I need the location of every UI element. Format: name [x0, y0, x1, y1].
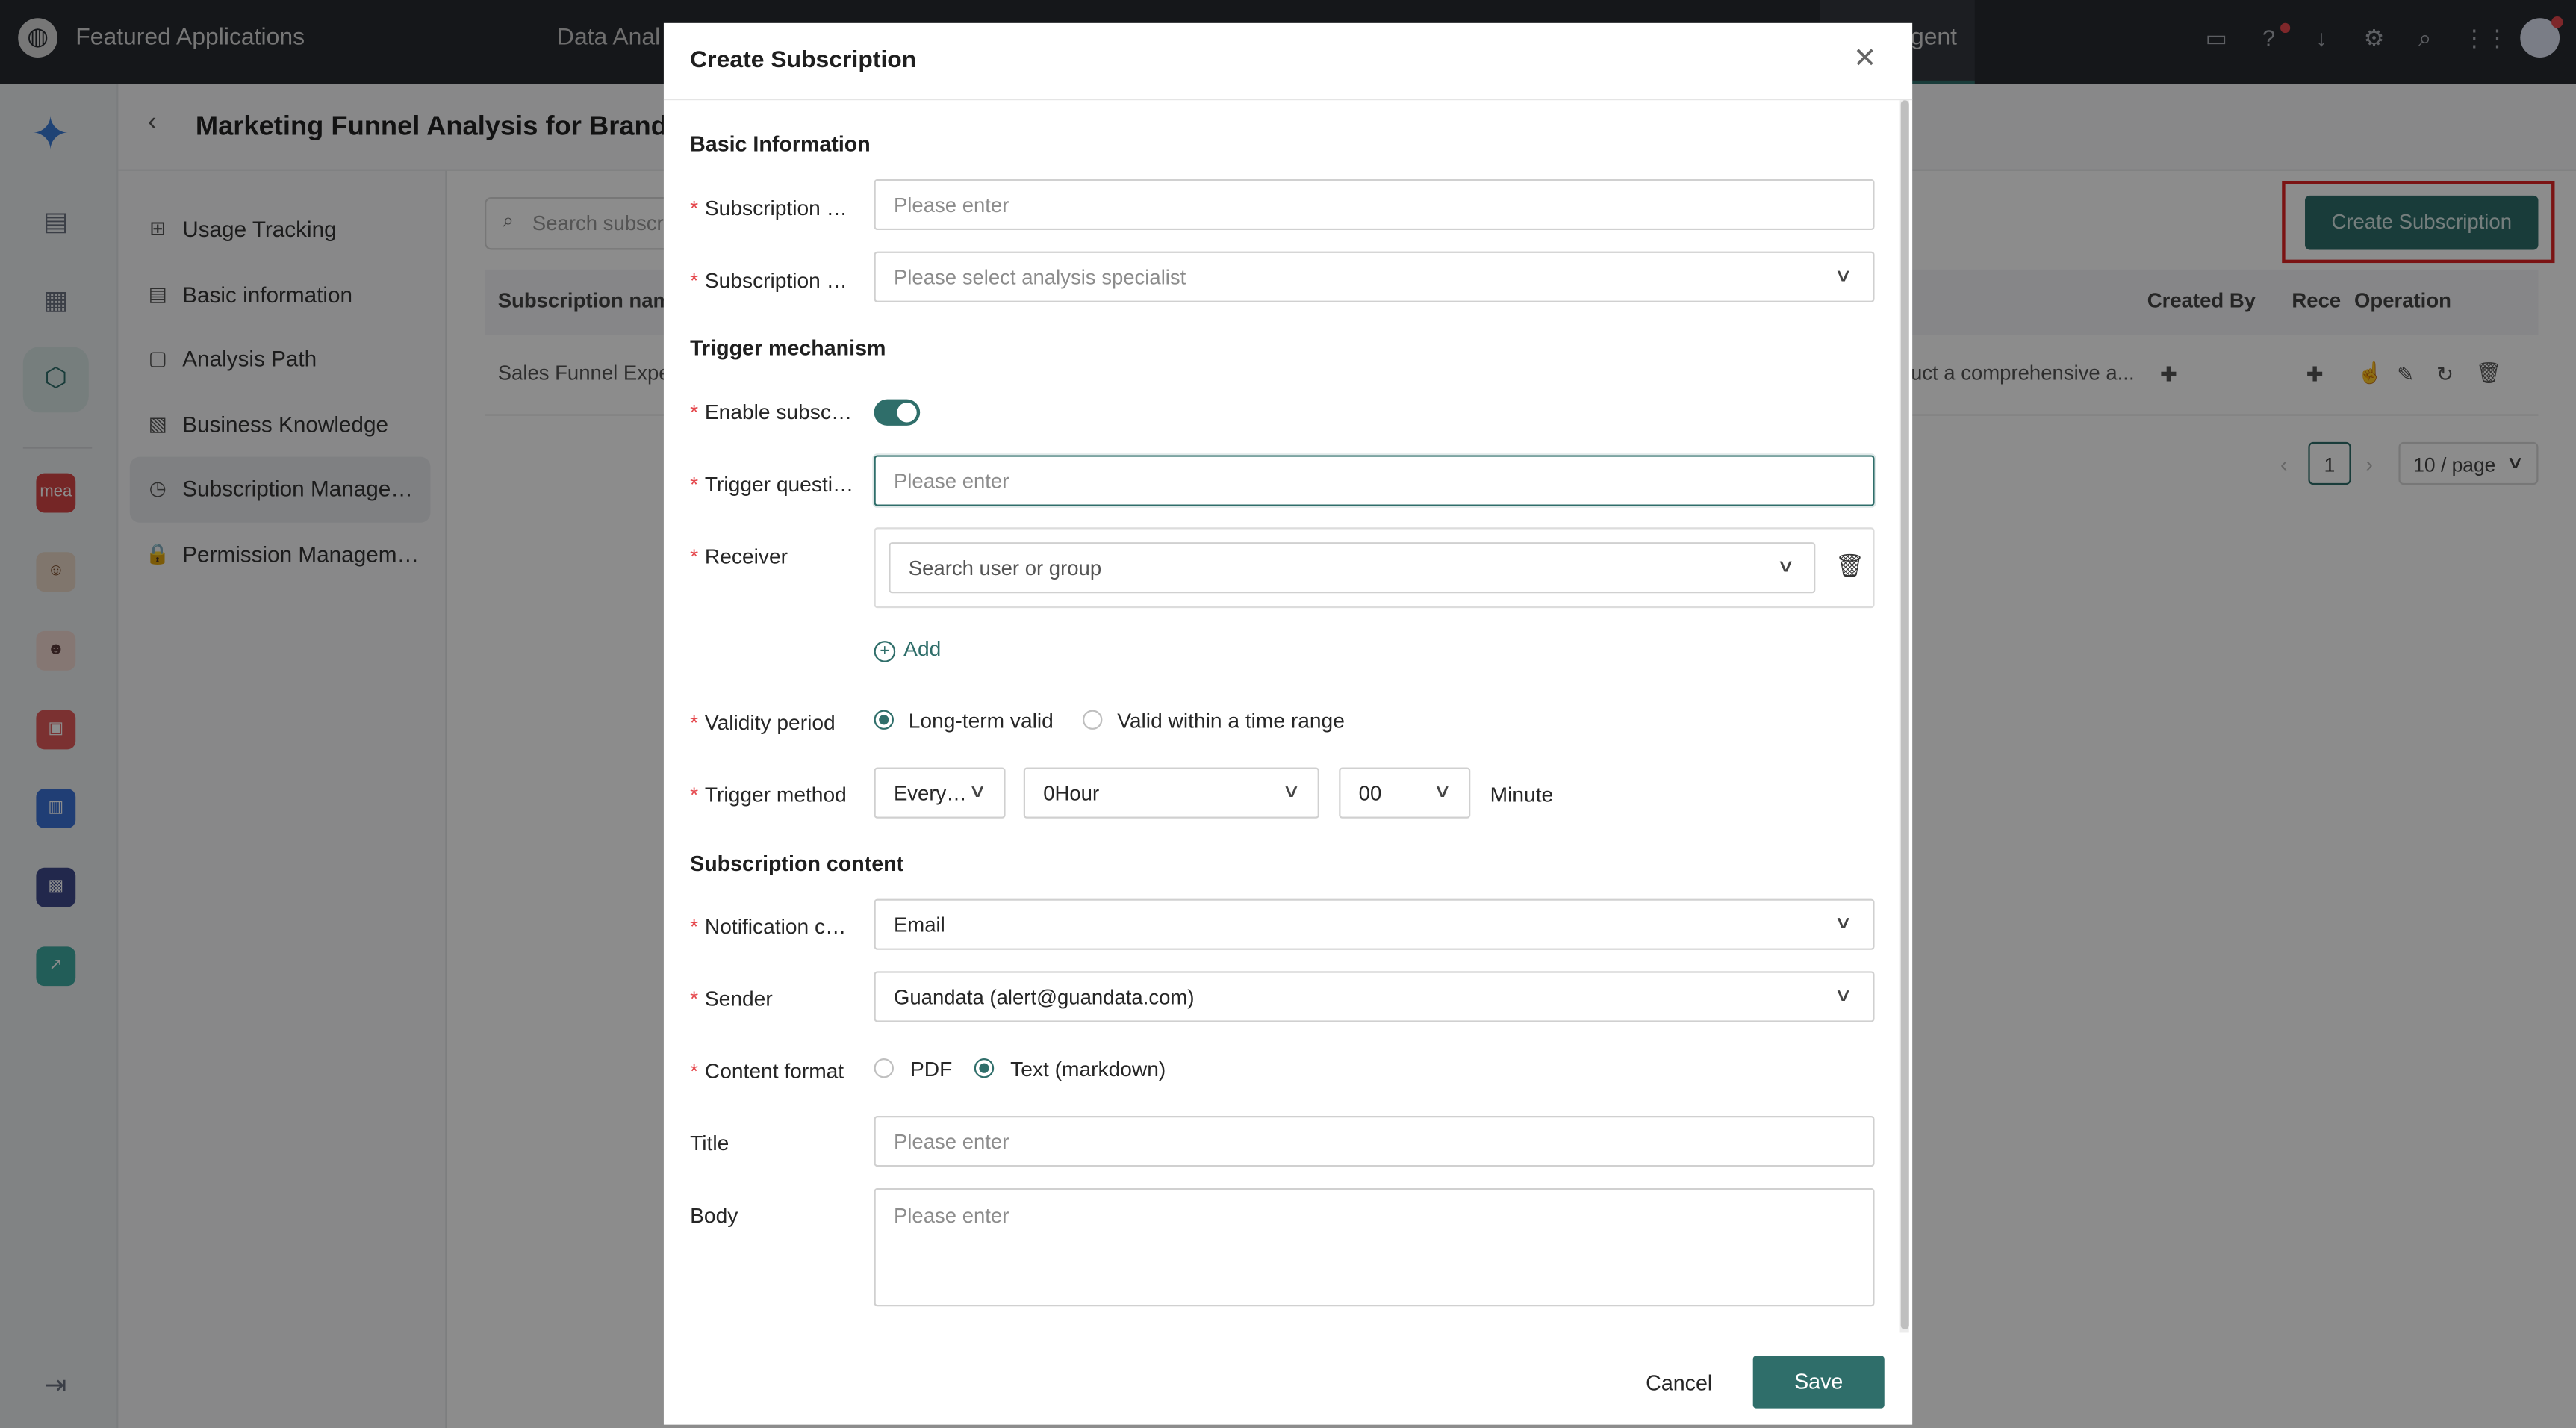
analysis-specialist-select[interactable]: Please select analysis specialist ∨: [874, 251, 1875, 302]
placeholder: Search user or group: [908, 556, 1102, 580]
label-text: Trigger questi…: [704, 471, 854, 497]
placeholder: Please enter: [893, 470, 1009, 494]
label-text: Notification c…: [704, 913, 847, 939]
save-button[interactable]: Save: [1752, 1356, 1885, 1409]
label-receiver: * Receiver: [690, 544, 788, 569]
label-enable-subscription: * Enable subsc…: [690, 399, 853, 424]
radio-label-time-range[interactable]: Valid within a time range: [1117, 708, 1345, 733]
section-subscription-content: Subscription content: [690, 851, 904, 876]
create-subscription-dialog: Create Subscription ✕ Basic Information …: [663, 22, 1913, 1425]
label-trigger-question: * Trigger questi…: [690, 471, 854, 497]
hour-value: 0Hour: [1043, 782, 1100, 806]
chevron-down-icon: ∨: [1834, 986, 1853, 1006]
radio-long-term-valid[interactable]: [874, 710, 894, 730]
screen: ◍ Featured Applications Data Anal gent ▭…: [0, 0, 2576, 1428]
label-text: Trigger method: [704, 782, 847, 807]
label-sender: * Sender: [690, 986, 773, 1011]
radio-label-long-term[interactable]: Long-term valid: [909, 708, 1054, 733]
label-subscription-specialist: * Subscription …: [690, 267, 847, 293]
radio-label-text-markdown[interactable]: Text (markdown): [1010, 1057, 1166, 1081]
hour-select[interactable]: 0Hour ∨: [1023, 767, 1319, 819]
chevron-down-icon: ∨: [1834, 913, 1853, 934]
radio-time-range[interactable]: [1082, 710, 1103, 730]
chevron-down-icon: ∨: [1282, 782, 1301, 802]
receiver-row: Search user or group ∨ 🗑: [874, 527, 1875, 609]
label-text: Sender: [704, 986, 773, 1011]
frequency-value: Every…: [893, 782, 967, 806]
notification-channel-select[interactable]: Email ∨: [874, 898, 1875, 950]
chevron-down-icon: ∨: [1776, 556, 1796, 577]
close-icon[interactable]: ✕: [1853, 43, 1876, 75]
placeholder: Please select analysis specialist: [893, 266, 1186, 290]
label-body: Body: [690, 1202, 738, 1228]
subscription-name-input[interactable]: Please enter: [874, 178, 1875, 231]
placeholder: Please enter: [893, 193, 1009, 217]
placeholder: Please enter: [893, 1204, 1009, 1228]
add-label: Add: [903, 636, 942, 661]
receiver-select[interactable]: Search user or group ∨: [889, 542, 1816, 594]
add-receiver-button[interactable]: + Add: [874, 636, 942, 662]
section-trigger-mechanism: Trigger mechanism: [690, 335, 886, 360]
delete-receiver-icon[interactable]: 🗑: [1835, 552, 1864, 580]
label-text: Subscription …: [704, 267, 847, 293]
dialog-title: Create Subscription: [690, 47, 917, 75]
placeholder: Please enter: [893, 1130, 1009, 1154]
minute-value: 00: [1358, 782, 1382, 806]
label-trigger-method: * Trigger method: [690, 782, 847, 807]
chevron-down-icon: ∨: [968, 782, 987, 802]
radio-label-pdf[interactable]: PDF: [910, 1057, 952, 1081]
minute-label: Minute: [1490, 782, 1554, 807]
notification-value: Email: [893, 913, 945, 937]
dialog-header: Create Subscription ✕: [663, 23, 1913, 101]
radio-pdf[interactable]: [874, 1058, 894, 1078]
scrollbar-thumb[interactable]: [1900, 100, 1909, 1330]
minute-select[interactable]: 00 ∨: [1339, 767, 1471, 819]
label-text: Content format: [704, 1058, 844, 1083]
label-text: Validity period: [704, 710, 836, 735]
label-title: Title: [690, 1130, 729, 1155]
chevron-down-icon: ∨: [1834, 266, 1853, 286]
label-text: Enable subsc…: [704, 399, 853, 424]
cancel-button[interactable]: Cancel: [1630, 1357, 1729, 1408]
radio-text-markdown[interactable]: [974, 1058, 995, 1078]
sender-value: Guandata (alert@guandata.com): [893, 986, 1195, 1009]
label-validity-period: * Validity period: [690, 710, 836, 735]
sender-select[interactable]: Guandata (alert@guandata.com) ∨: [874, 971, 1875, 1022]
body-textarea[interactable]: Please enter: [874, 1188, 1875, 1307]
plus-icon: +: [874, 641, 896, 662]
section-basic-information: Basic Information: [690, 131, 871, 157]
enable-subscription-toggle[interactable]: [874, 399, 921, 426]
label-notification-channel: * Notification c…: [690, 913, 847, 939]
label-subscription-name: * Subscription …: [690, 195, 847, 220]
title-input[interactable]: Please enter: [874, 1116, 1875, 1167]
chevron-down-icon: ∨: [1433, 782, 1452, 802]
trigger-question-input[interactable]: Please enter: [874, 455, 1875, 506]
frequency-select[interactable]: Every… ∨: [874, 767, 1006, 819]
label-text: Subscription …: [704, 195, 847, 220]
label-text: Receiver: [704, 544, 788, 569]
label-content-format: * Content format: [690, 1058, 844, 1083]
